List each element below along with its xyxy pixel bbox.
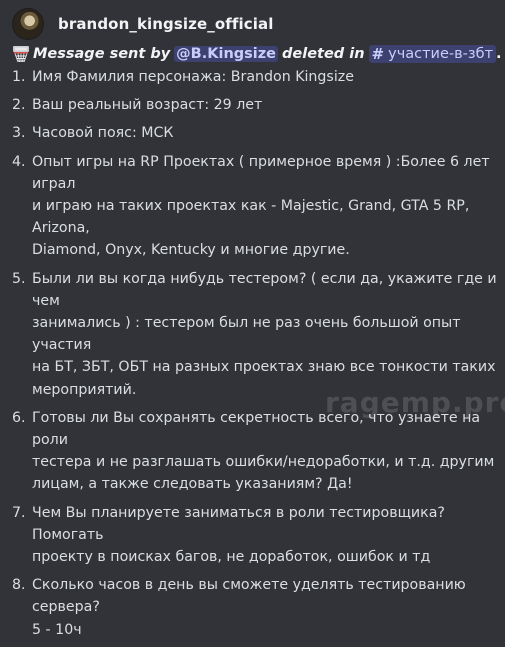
list-text: Готовы ли Вы сохранять секретность всего… <box>32 409 495 493</box>
list-item: 5. Были ли вы когда нибудь тестером? ( е… <box>12 268 502 401</box>
list-text: Часовой пояс: МСК <box>32 125 174 142</box>
channel-hash-icon: # <box>371 45 385 63</box>
list-number: 4. <box>12 153 26 170</box>
list-text: Чем Вы планируете заниматься в роли тест… <box>32 504 445 566</box>
list-item: 3. Часовой пояс: МСК <box>12 122 502 144</box>
basketball-hoop-icon <box>13 46 29 63</box>
list-number: 6. <box>12 409 26 426</box>
username[interactable]: brandon_kingsize_official <box>58 15 273 33</box>
system-prefix: Message sent by <box>33 46 171 62</box>
message-content: 1. Имя Фамилия персонажа: Brandon Kingsi… <box>12 66 502 647</box>
list-text: Были ли вы когда нибудь тестером? ( если… <box>32 270 497 398</box>
channel-mention[interactable]: # участие-в-збт <box>368 45 497 63</box>
list-item: 4. Опыт игры на RP Проектах ( примерное … <box>12 151 502 262</box>
user-mention[interactable]: @B.Kingsize <box>174 46 279 62</box>
list-text: Ваш реальный возраст: 29 лет <box>32 97 263 114</box>
avatar[interactable] <box>12 8 44 40</box>
list-text: Имя Фамилия персонажа: Brandon Kingsize <box>32 69 354 85</box>
list-number: 3. <box>12 125 26 142</box>
list-number: 8. <box>12 577 26 594</box>
list-number: 2. <box>12 97 26 114</box>
list-number: 5. <box>12 270 26 287</box>
list-text: Сколько часов в день вы сможете уделять … <box>32 577 466 638</box>
list-number: 7. <box>12 504 26 521</box>
message-header: brandon_kingsize_official <box>12 8 273 40</box>
channel-name: участие-в-збт <box>388 46 494 62</box>
list-item: 7. Чем Вы планируете заниматься в роли т… <box>12 502 502 569</box>
list-item: 8. Сколько часов в день вы сможете уделя… <box>12 574 502 641</box>
list-item: 1. Имя Фамилия персонажа: Brandon Kingsi… <box>12 66 502 88</box>
system-end: . <box>496 46 502 62</box>
list-item: 2. Ваш реальный возраст: 29 лет <box>12 94 502 116</box>
list-text: Опыт игры на RP Проектах ( примерное вре… <box>32 153 490 259</box>
system-deleted-notice: Message sent by @B.Kingsize deleted in #… <box>12 42 502 66</box>
list-item: 6. Готовы ли Вы сохранять секретность вс… <box>12 407 502 496</box>
list-number: 1. <box>12 69 26 85</box>
system-middle: deleted in <box>282 46 365 62</box>
